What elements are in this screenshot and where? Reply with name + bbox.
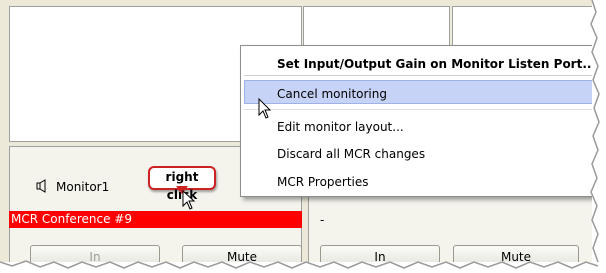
context-menu: Set Input/Output Gain on Monitor Listen …	[240, 45, 592, 197]
monitor-name-label: Monitor1	[56, 180, 110, 194]
conference-status-bar: MCR Conference #9	[9, 211, 302, 228]
menu-item-discard-changes[interactable]: Discard all MCR changes	[277, 147, 425, 161]
screenshot-frame: Monitor1 MCR Conference #9 - - In Mute I…	[0, 0, 592, 262]
monitor1-in-button[interactable]: In	[30, 245, 160, 262]
menu-separator	[244, 75, 592, 76]
speaker-icon	[36, 179, 46, 193]
monitor1-mute-button[interactable]: Mute	[182, 245, 302, 262]
menu-item-edit-layout[interactable]: Edit monitor layout...	[277, 120, 404, 134]
menu-item-set-gain[interactable]: Set Input/Output Gain on Monitor Listen …	[277, 57, 592, 71]
monitor2-conference-value: -	[320, 213, 325, 227]
mouse-cursor-icon	[182, 190, 196, 210]
monitor2-mute-button[interactable]: Mute	[453, 245, 579, 262]
menu-item-mcr-properties[interactable]: MCR Properties	[277, 175, 369, 189]
mouse-cursor-icon	[258, 98, 272, 119]
menu-item-cancel-monitoring[interactable]: Cancel monitoring	[277, 87, 387, 101]
monitor2-in-button[interactable]: In	[320, 245, 440, 262]
menu-separator	[244, 109, 592, 110]
